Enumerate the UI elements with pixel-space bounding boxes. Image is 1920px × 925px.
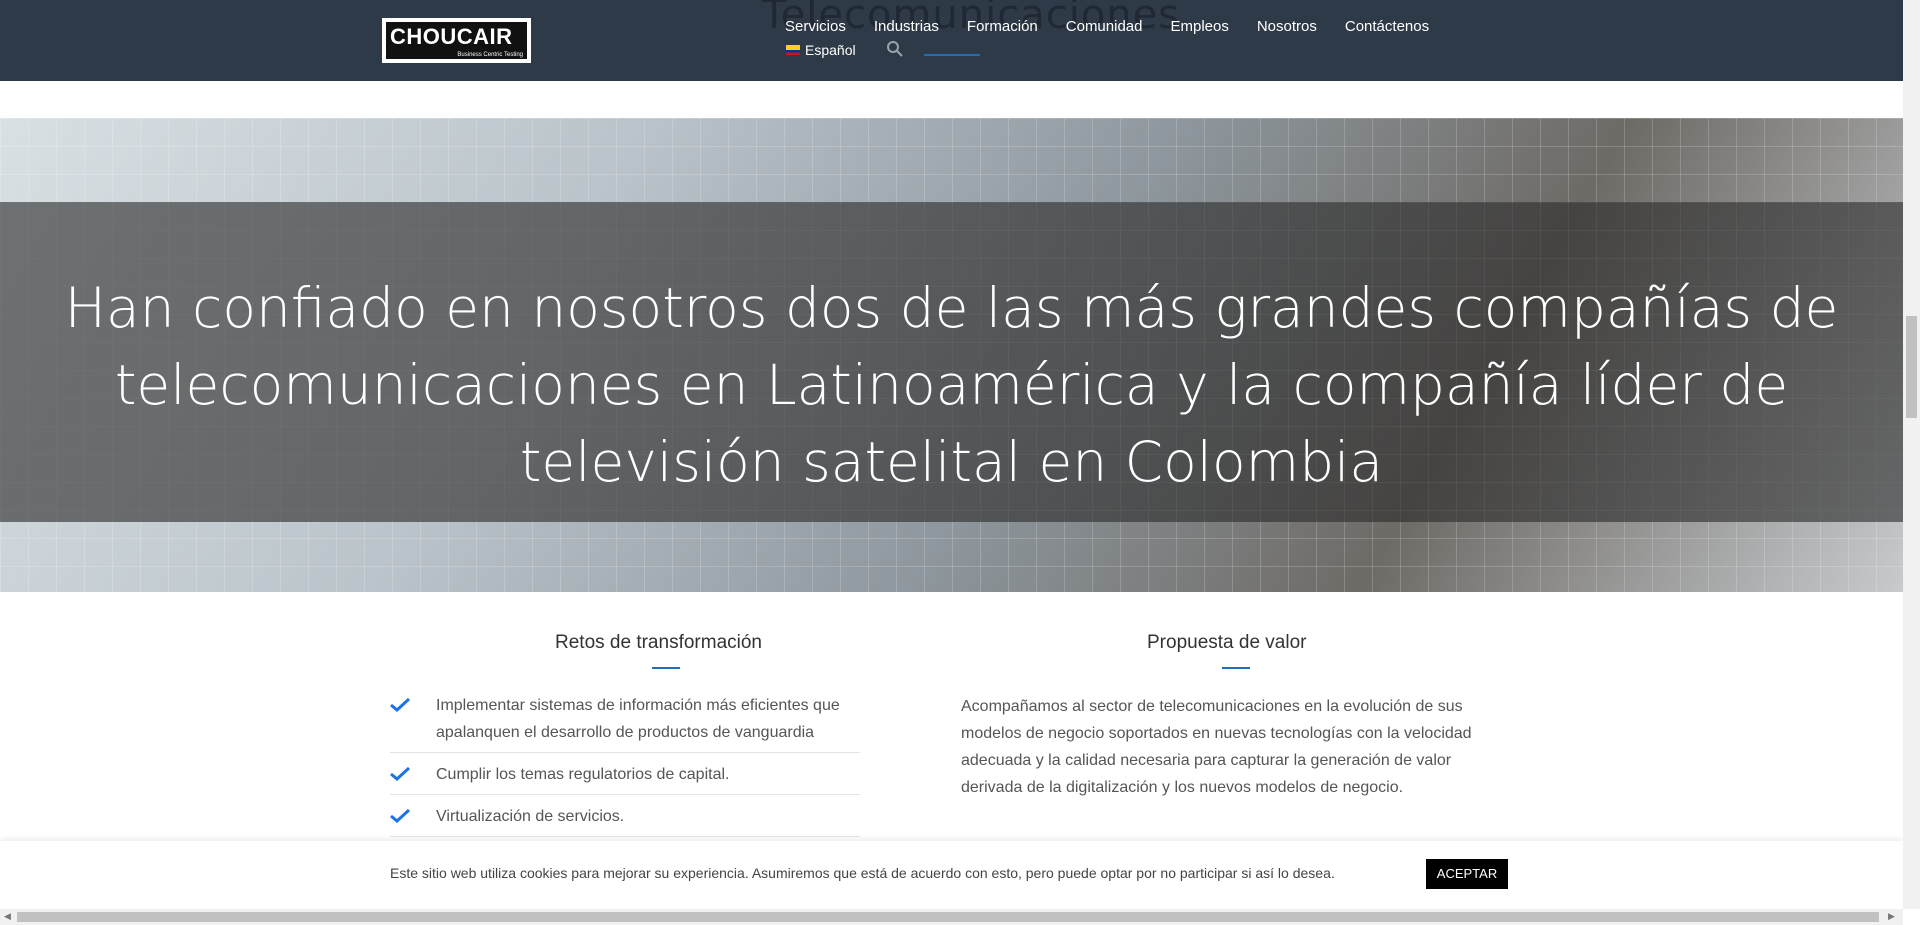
list-item-text: Implementar sistemas de información más … bbox=[436, 697, 840, 741]
hero-line-2: telecomunicaciones en Latinoamérica y la… bbox=[114, 353, 1789, 417]
section-title-underline bbox=[924, 54, 980, 56]
main-nav: Servicios Industrias Formación Comunidad… bbox=[785, 18, 1457, 35]
list-item: Cumplir los temas regulatorios de capita… bbox=[390, 761, 860, 795]
language-selector[interactable]: Español bbox=[786, 42, 856, 58]
horizontal-scrollbar-thumb[interactable] bbox=[17, 912, 1879, 922]
hero-headline: Han confiado en nosotros dos de las más … bbox=[40, 270, 1863, 501]
list-item-text: Virtualización de servicios. bbox=[436, 808, 625, 825]
nav-industrias[interactable]: Industrias bbox=[874, 18, 939, 35]
propuesta-text: Acompañamos al sector de telecomunicacio… bbox=[961, 698, 1472, 796]
propuesta-title: Propuesta de valor bbox=[1147, 632, 1307, 653]
list-item: Implementar sistemas de información más … bbox=[390, 692, 860, 753]
nav-comunidad[interactable]: Comunidad bbox=[1066, 18, 1143, 35]
cookie-message: Este sitio web utiliza cookies para mejo… bbox=[390, 865, 1335, 881]
retos-underline bbox=[652, 667, 680, 669]
vertical-scrollbar-thumb[interactable] bbox=[1906, 316, 1917, 418]
list-item: Virtualización de servicios. bbox=[390, 803, 860, 837]
nav-nosotros[interactable]: Nosotros bbox=[1257, 18, 1317, 35]
nav-empleos[interactable]: Empleos bbox=[1170, 18, 1228, 35]
site-header: Telecomunicaciones CHOUCAIR Business Cen… bbox=[0, 0, 1903, 81]
nav-servicios[interactable]: Servicios bbox=[785, 18, 846, 35]
retos-title: Retos de transformación bbox=[555, 632, 762, 653]
vertical-scrollbar[interactable] bbox=[1903, 0, 1920, 909]
check-icon bbox=[390, 809, 410, 823]
colombia-flag-icon bbox=[786, 45, 800, 55]
accept-cookies-button[interactable]: ACEPTAR bbox=[1426, 859, 1508, 889]
nav-contactenos[interactable]: Contáctenos bbox=[1345, 18, 1429, 35]
check-icon bbox=[390, 698, 410, 712]
choucair-logo[interactable]: CHOUCAIR Business Centric Testing bbox=[382, 18, 531, 63]
list-item-text: Cumplir los temas regulatorios de capita… bbox=[436, 766, 730, 783]
cookie-consent-bar: Este sitio web utiliza cookies para mejo… bbox=[0, 841, 1903, 909]
logo-tagline: Business Centric Testing bbox=[457, 52, 523, 58]
propuesta-underline bbox=[1222, 667, 1250, 669]
check-icon bbox=[390, 767, 410, 781]
hero-line-1: Han confiado en nosotros dos de las más … bbox=[64, 276, 1839, 340]
logo-wordmark: CHOUCAIR bbox=[390, 24, 513, 49]
nav-formacion[interactable]: Formación bbox=[967, 18, 1038, 35]
scroll-right-arrow-icon[interactable]: ▶ bbox=[1888, 911, 1895, 922]
hero-line-3: televisión satelital en Colombia bbox=[519, 430, 1384, 494]
hero-banner: Han confiado en nosotros dos de las más … bbox=[0, 118, 1903, 592]
search-icon[interactable] bbox=[886, 40, 904, 58]
scroll-left-arrow-icon[interactable]: ◀ bbox=[4, 911, 11, 922]
language-label: Español bbox=[805, 42, 856, 58]
